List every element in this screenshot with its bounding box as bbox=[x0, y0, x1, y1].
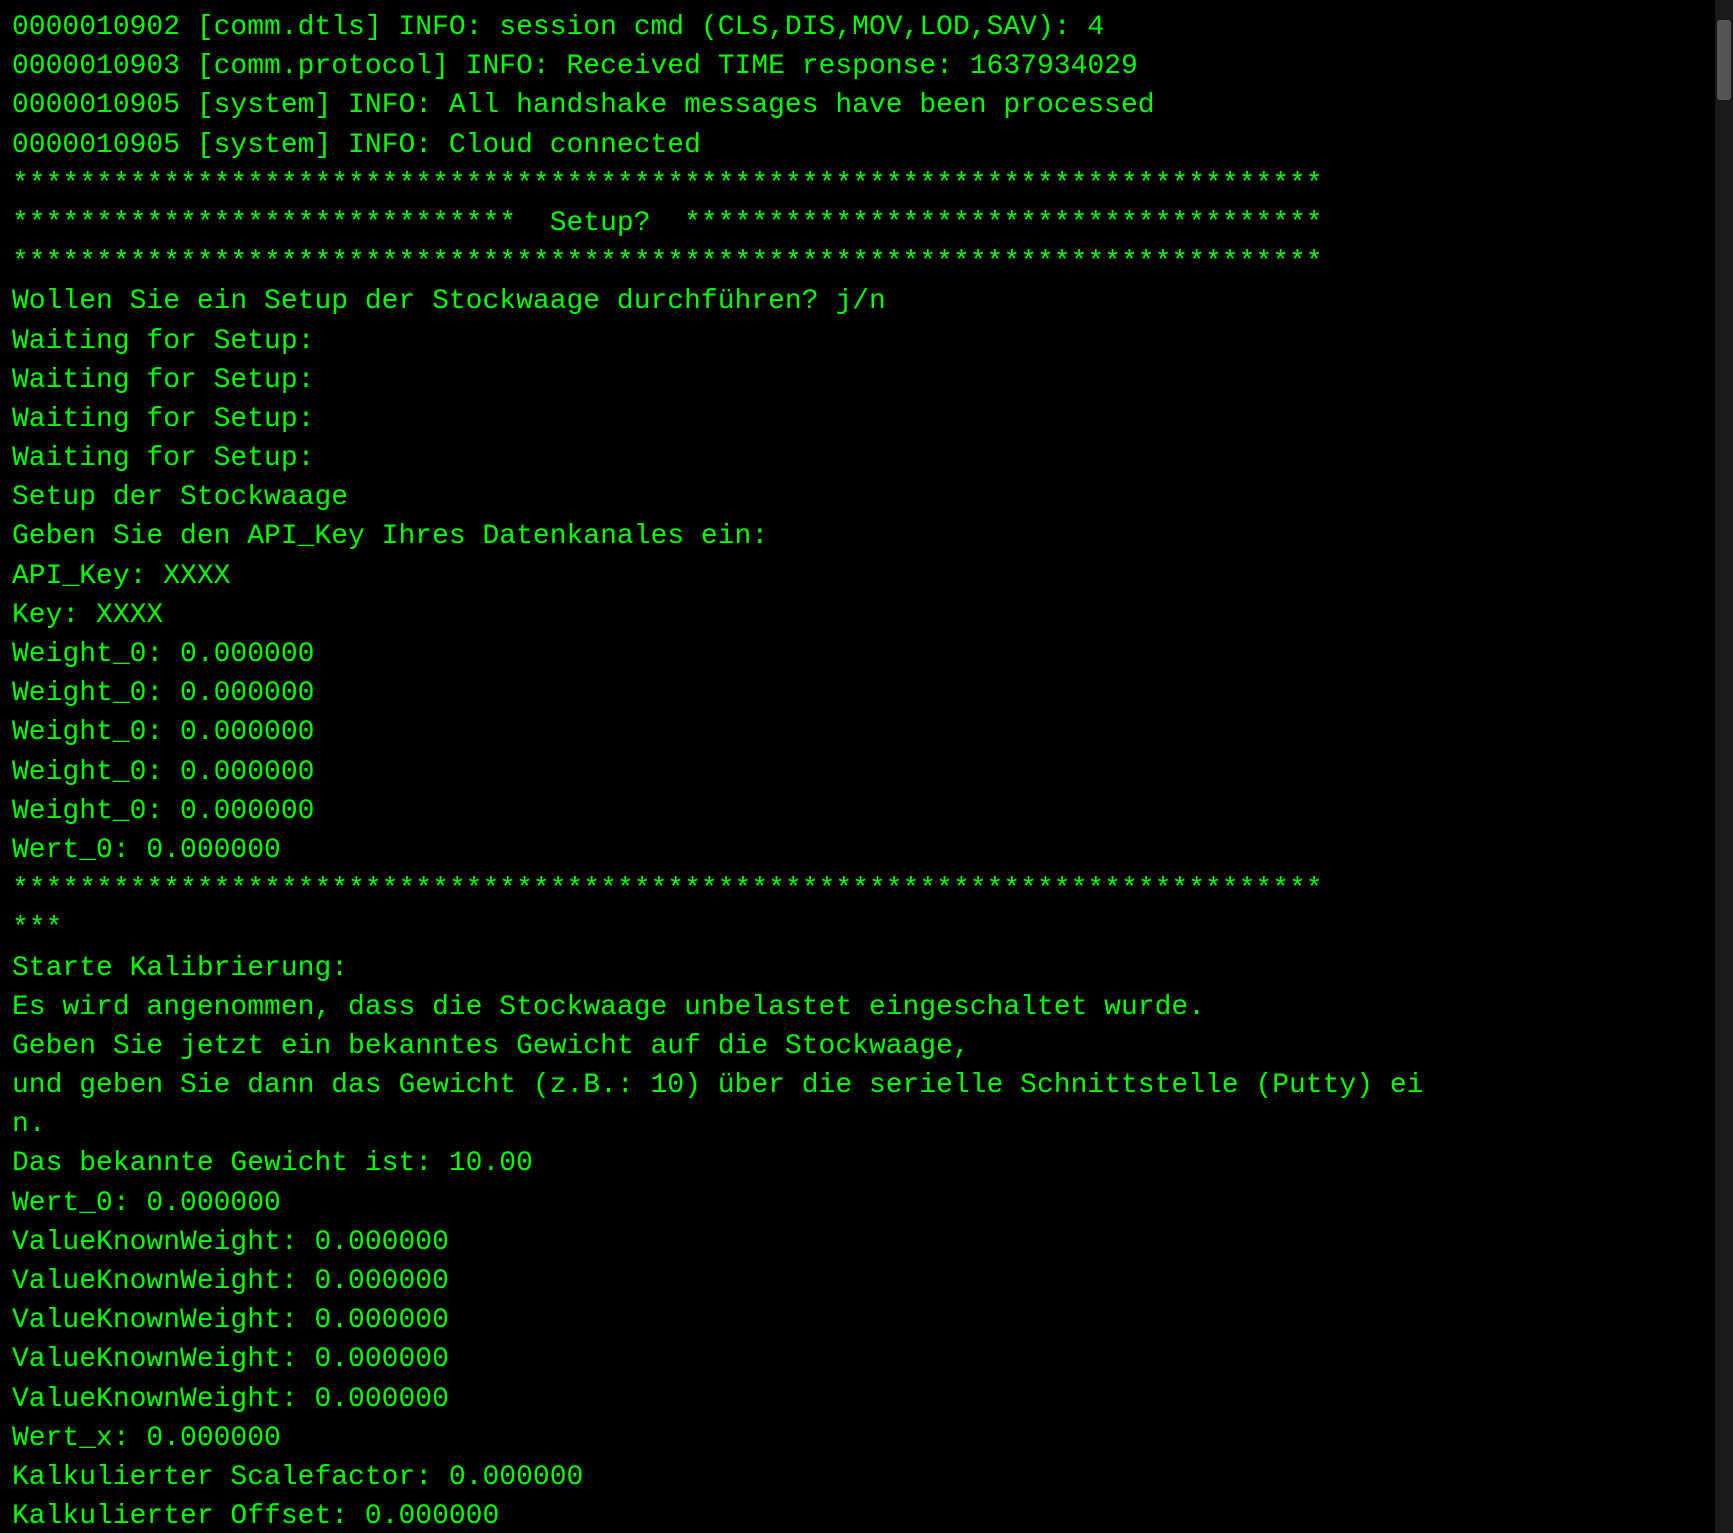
terminal-line: Wert_0: 0.000000 bbox=[12, 1184, 1703, 1223]
terminal-line: Weight_0: 0.000000 bbox=[12, 792, 1703, 831]
terminal-line: Geben Sie den API_Key Ihres Datenkanales… bbox=[12, 517, 1703, 556]
terminal-line: 0000010905 [system] INFO: All handshake … bbox=[12, 86, 1703, 125]
terminal-line: Waiting for Setup: bbox=[12, 439, 1703, 478]
terminal-line: ****************************************… bbox=[12, 243, 1703, 282]
terminal-line: *** bbox=[12, 909, 1703, 948]
terminal-line: Starte Kalibrierung: bbox=[12, 949, 1703, 988]
terminal-line: ValueKnownWeight: 0.000000 bbox=[12, 1380, 1703, 1419]
terminal-line: Wollen Sie ein Setup der Stockwaage durc… bbox=[12, 282, 1703, 321]
terminal-line: Weight_0: 0.000000 bbox=[12, 635, 1703, 674]
terminal-line: ValueKnownWeight: 0.000000 bbox=[12, 1223, 1703, 1262]
terminal-line: ****************************************… bbox=[12, 165, 1703, 204]
terminal-line: Kalkulierter Offset: 0.000000 bbox=[12, 1497, 1703, 1533]
terminal-line: und geben Sie dann das Gewicht (z.B.: 10… bbox=[12, 1066, 1703, 1105]
terminal-line: Weight_0: 0.000000 bbox=[12, 674, 1703, 713]
terminal-line: ValueKnownWeight: 0.000000 bbox=[12, 1262, 1703, 1301]
terminal-line: 0000010905 [system] INFO: Cloud connecte… bbox=[12, 126, 1703, 165]
terminal-line: Waiting for Setup: bbox=[12, 400, 1703, 439]
terminal-line: n. bbox=[12, 1105, 1703, 1144]
terminal-line: Waiting for Setup: bbox=[12, 322, 1703, 361]
terminal-line: Das bekannte Gewicht ist: 10.00 bbox=[12, 1144, 1703, 1183]
terminal-line: ValueKnownWeight: 0.000000 bbox=[12, 1301, 1703, 1340]
terminal-line: Wert_0: 0.000000 bbox=[12, 831, 1703, 870]
scrollbar[interactable] bbox=[1715, 0, 1733, 1533]
terminal-line: Weight_0: 0.000000 bbox=[12, 713, 1703, 752]
terminal-line: Waiting for Setup: bbox=[12, 361, 1703, 400]
scrollbar-thumb[interactable] bbox=[1717, 20, 1731, 100]
terminal-line: API_Key: XXXX bbox=[12, 557, 1703, 596]
terminal-output[interactable]: 0000010902 [comm.dtls] INFO: session cmd… bbox=[0, 0, 1715, 1533]
terminal-line: 0000010903 [comm.protocol] INFO: Receive… bbox=[12, 47, 1703, 86]
terminal-line: Setup der Stockwaage bbox=[12, 478, 1703, 517]
terminal-line: ValueKnownWeight: 0.000000 bbox=[12, 1340, 1703, 1379]
terminal-line: Geben Sie jetzt ein bekanntes Gewicht au… bbox=[12, 1027, 1703, 1066]
terminal-line: 0000010902 [comm.dtls] INFO: session cmd… bbox=[12, 8, 1703, 47]
terminal-line: Es wird angenommen, dass die Stockwaage … bbox=[12, 988, 1703, 1027]
terminal-line: Key: XXXX bbox=[12, 596, 1703, 635]
terminal-line: Wert_x: 0.000000 bbox=[12, 1419, 1703, 1458]
terminal-line: ****************************** Setup? **… bbox=[12, 204, 1703, 243]
terminal-line: Weight_0: 0.000000 bbox=[12, 753, 1703, 792]
terminal-line: ****************************************… bbox=[12, 870, 1703, 909]
terminal-line: Kalkulierter Scalefactor: 0.000000 bbox=[12, 1458, 1703, 1497]
